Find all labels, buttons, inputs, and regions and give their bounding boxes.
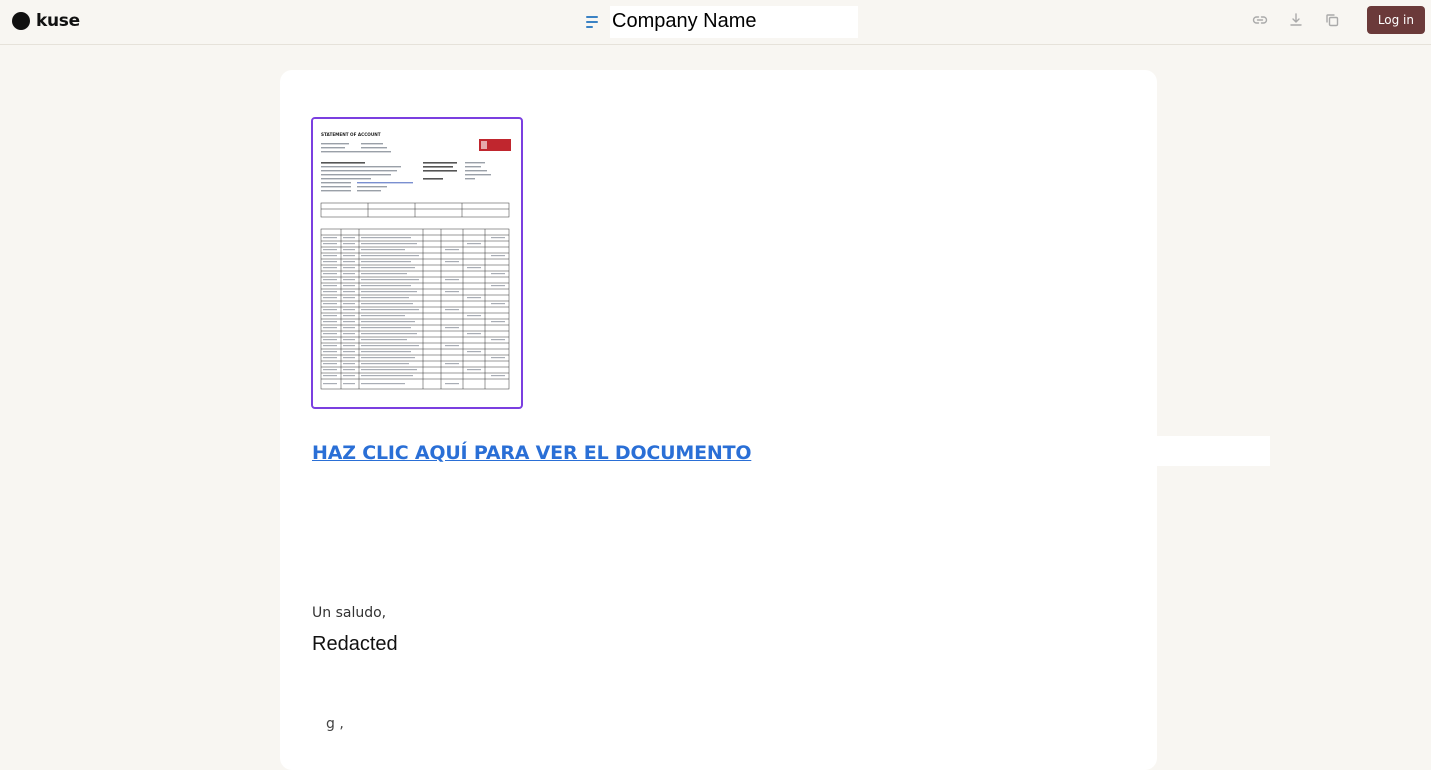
view-document-link[interactable]: HAZ CLIC AQUÍ PARA VER EL DOCUMENTO: [312, 442, 752, 464]
download-icon[interactable]: [1287, 11, 1305, 29]
brand-dot-icon: [12, 12, 30, 30]
statement-preview-icon: STATEMENT OF ACCOUNT: [313, 119, 517, 403]
document-title[interactable]: Company Name: [610, 6, 858, 38]
link-icon[interactable]: [1251, 11, 1269, 29]
document-title-area: Company Name: [586, 6, 858, 38]
signature-name: Redacted: [312, 633, 398, 655]
greeting-text: Un saludo,: [312, 605, 387, 621]
copy-icon[interactable]: [1323, 11, 1341, 29]
white-overlay-strip: [1157, 436, 1270, 466]
menu-lines-icon[interactable]: [586, 16, 600, 28]
statement-heading: STATEMENT OF ACCOUNT: [321, 132, 381, 137]
cut-off-text: g ,: [326, 720, 344, 732]
top-bar: kuse Company Name Log in: [0, 0, 1431, 45]
brand-name: kuse: [36, 11, 80, 31]
document-thumbnail[interactable]: STATEMENT OF ACCOUNT: [311, 117, 523, 409]
document-page: STATEMENT OF ACCOUNT HAZ CLIC AQUÍ PARA …: [280, 70, 1157, 770]
login-button[interactable]: Log in: [1366, 6, 1425, 34]
brand-logo[interactable]: kuse: [12, 11, 80, 31]
top-actions: Log in: [1251, 6, 1425, 34]
